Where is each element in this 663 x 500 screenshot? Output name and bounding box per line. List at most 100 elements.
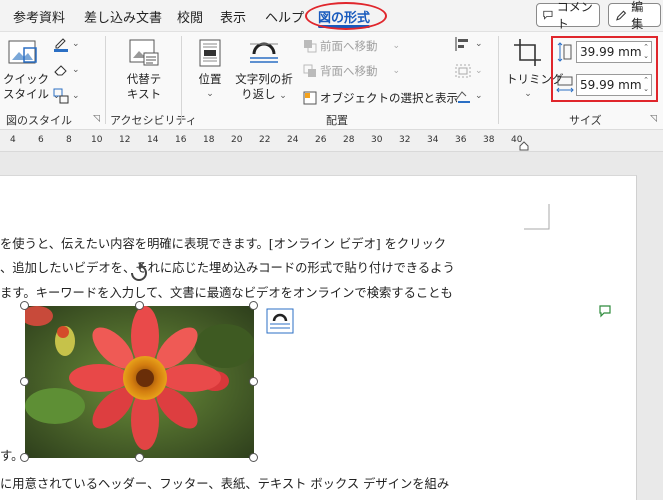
bring-forward-icon	[304, 40, 317, 53]
body-text-line[interactable]: 、追加したいビデオを、それに応じた埋め込みコードの形式で貼り付けできるよう	[0, 258, 455, 276]
selection-pane-icon	[303, 91, 317, 105]
crop-label: トリミング	[506, 72, 564, 86]
position-icon[interactable]	[197, 38, 223, 68]
send-backward-button[interactable]: 背面へ移動 ⌄	[303, 63, 400, 79]
ruler-number: 14	[147, 135, 159, 145]
ruler-number: 8	[66, 135, 72, 145]
ruler-number: 30	[371, 135, 383, 145]
ruler-number: 26	[315, 135, 327, 145]
comment-icon	[543, 10, 553, 20]
picture-border-button[interactable]: ⌄	[53, 36, 80, 52]
wrap-text-icon[interactable]	[248, 38, 280, 68]
selection-pane-label: オブジェクトの選択と表示	[320, 91, 458, 105]
edit-button[interactable]: 編集	[608, 0, 661, 31]
accessibility-group-label: アクセシビリティ	[110, 114, 197, 127]
quick-style-label-1: クイック	[3, 72, 49, 86]
send-backward-icon	[303, 64, 316, 77]
ruler-number: 12	[119, 135, 131, 145]
resize-handle[interactable]	[20, 377, 29, 386]
ruler-number: 28	[343, 135, 355, 145]
flower-photo	[25, 306, 254, 458]
tab-help[interactable]: ヘルプ	[265, 7, 304, 26]
picture-styles-group-label: 図のスタイル	[6, 114, 72, 127]
alt-text-label-2: キスト	[126, 87, 162, 101]
pen-border-icon	[54, 38, 68, 52]
tab-review[interactable]: 校閲	[177, 7, 203, 26]
rotate-handle-icon[interactable]	[128, 262, 150, 284]
quick-style-label-2: スタイル ⌄	[3, 87, 61, 101]
picture-effects-button[interactable]: ⌄	[53, 63, 80, 77]
selection-pane-button[interactable]: オブジェクトの選択と表示	[303, 90, 458, 106]
tab-mailings[interactable]: 差し込み文書	[84, 7, 162, 26]
resize-handle[interactable]	[249, 453, 258, 462]
menu-bar: 参考資料 差し込み文書 校閲 表示 ヘルプ 図の形式 コメント 編集	[0, 0, 663, 32]
position-label: 位置	[198, 72, 222, 86]
margin-corner-mark	[524, 204, 550, 230]
size-highlight-box	[551, 36, 658, 102]
position-button[interactable]: 位置 ⌄	[193, 72, 227, 102]
ruler-number: 34	[427, 135, 439, 145]
size-launcher-icon[interactable]: ◹	[650, 114, 657, 124]
size-group-label: サイズ	[569, 114, 602, 127]
tab-references[interactable]: 参考資料	[13, 7, 65, 26]
ruler-number: 24	[287, 135, 299, 145]
edit-button-label: 編集	[631, 0, 644, 31]
eraser-icon	[54, 65, 67, 76]
bring-forward-label: 前面へ移動	[320, 39, 378, 53]
comment-button[interactable]: コメント	[536, 0, 600, 31]
quick-style-icon[interactable]	[6, 38, 40, 70]
ruler-number: 18	[203, 135, 215, 145]
comment-marker-icon[interactable]	[597, 303, 613, 319]
tab-view[interactable]: 表示	[220, 7, 246, 26]
picture-layout-button[interactable]: ⌄	[53, 88, 80, 104]
resize-handle[interactable]	[20, 453, 29, 462]
align-icon	[455, 37, 468, 51]
body-text-line[interactable]: ます。キーワードを入力して、文書に最適なビデオをオンラインで検索することも	[0, 283, 453, 301]
tab-highlight-circle	[305, 2, 387, 30]
wrap-text-button[interactable]: 文字列の折 り返し ⌄	[233, 72, 295, 104]
group-icon	[455, 64, 471, 78]
ruler-number: 32	[399, 135, 411, 145]
ruler-number: 36	[455, 135, 467, 145]
ruler-number: 20	[231, 135, 243, 145]
crop-button[interactable]: トリミング ⌄	[506, 72, 564, 102]
group-separator	[105, 36, 106, 124]
right-indent-marker-icon[interactable]	[519, 141, 529, 151]
bring-forward-button[interactable]: 前面へ移動 ⌄	[303, 38, 400, 54]
layout-options-icon[interactable]	[266, 308, 294, 334]
group-separator	[181, 36, 182, 124]
alt-text-label-1: 代替テ	[126, 72, 162, 86]
horizontal-ruler[interactable]: 4 6 8 10 12 14 16 18 20 22 24 26 28 30 3…	[0, 130, 663, 152]
ruler-number: 10	[91, 135, 103, 145]
resize-handle[interactable]	[249, 377, 258, 386]
selected-picture[interactable]	[25, 306, 254, 458]
resize-handle[interactable]	[20, 301, 29, 310]
resize-handle[interactable]	[249, 301, 258, 310]
group-objects-button[interactable]: ⌄	[454, 63, 483, 79]
wrap-text-label-1: 文字列の折	[235, 72, 293, 86]
send-backward-label: 背面へ移動	[320, 64, 378, 78]
quick-style-button[interactable]: クイック スタイル ⌄	[3, 72, 61, 104]
arrange-group-label: 配置	[326, 114, 348, 127]
comment-button-label: コメント	[556, 0, 593, 31]
group-separator	[498, 36, 499, 124]
ruler-number: 22	[259, 135, 271, 145]
align-button[interactable]: ⌄	[454, 36, 483, 52]
alt-text-button[interactable]: 代替テ キスト	[122, 72, 166, 102]
ruler-number: 4	[10, 135, 16, 145]
ruler-number: 6	[38, 135, 44, 145]
picture-layout-icon	[53, 88, 69, 104]
ruler-number: 38	[483, 135, 495, 145]
rotate-button[interactable]: ⌄	[454, 88, 483, 104]
pencil-icon	[616, 10, 627, 21]
wrap-text-label-2: り返し ⌄	[241, 87, 287, 101]
resize-handle[interactable]	[135, 301, 144, 310]
body-text-line[interactable]: を使うと、伝えたい内容を明確に表現できます。[オンライン ビデオ] をクリック	[0, 234, 446, 252]
ruler-number: 16	[175, 135, 187, 145]
rotate-icon	[455, 91, 470, 103]
body-text-line[interactable]: に用意されているヘッダー、フッター、表紙、テキスト ボックス デザインを組み	[0, 474, 449, 492]
resize-handle[interactable]	[135, 453, 144, 462]
crop-icon[interactable]	[513, 38, 543, 68]
alt-text-icon[interactable]	[128, 38, 160, 68]
picture-styles-launcher-icon[interactable]: ◹	[93, 114, 100, 124]
